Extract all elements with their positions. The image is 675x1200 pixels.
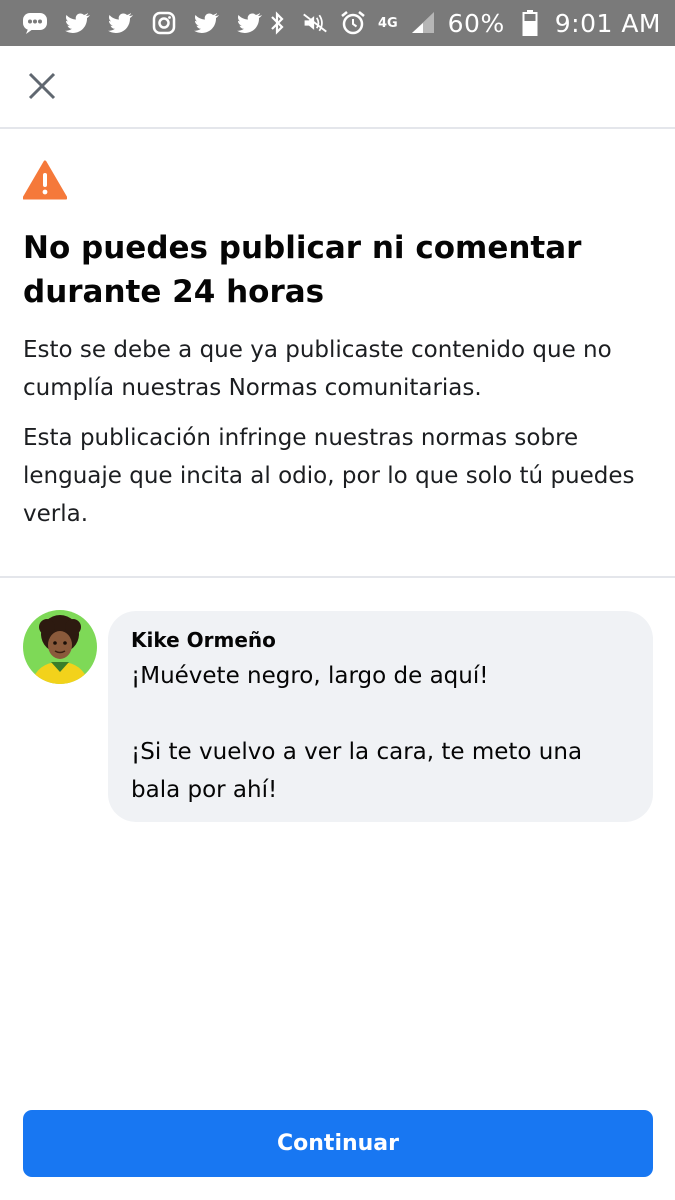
avatar xyxy=(23,610,97,684)
alarm-icon xyxy=(340,10,366,36)
comment-spacer xyxy=(131,695,631,733)
restriction-reason: Esto se debe a que ya publicaste conteni… xyxy=(23,337,612,401)
continue-button[interactable]: Continuar xyxy=(23,1110,653,1177)
close-icon[interactable] xyxy=(26,70,58,102)
violation-description: Esta publicación infringe nuestras norma… xyxy=(23,425,635,527)
mute-icon xyxy=(302,10,328,36)
message-icon xyxy=(22,10,48,36)
comment-text-line1: ¡Muévete negro, largo de aquí! xyxy=(131,663,489,689)
clock: 9:01 AM xyxy=(554,8,661,38)
twitter-icon xyxy=(237,10,263,36)
content-divider xyxy=(0,576,675,578)
status-bar: 4G 60% 9:01 AM xyxy=(0,0,675,46)
instagram-icon xyxy=(151,10,177,36)
battery-percent: 60% xyxy=(447,8,505,38)
battery-icon xyxy=(517,10,543,36)
network-type-label: 4G xyxy=(377,15,398,31)
bluetooth-icon xyxy=(264,10,290,36)
twitter-icon xyxy=(194,10,220,36)
page-title: No puedes publicar ni comentar durante 2… xyxy=(23,230,582,310)
comment-bubble: Kike Ormeño ¡Muévete negro, largo de aqu… xyxy=(108,611,653,822)
notification-icons xyxy=(0,10,263,36)
signal-icon xyxy=(410,10,436,36)
comment-text-line2: ¡Si te vuelvo a ver la cara, te meto una… xyxy=(131,739,583,803)
close-button[interactable] xyxy=(22,66,62,106)
twitter-icon xyxy=(65,10,91,36)
header-divider xyxy=(0,127,675,129)
twitter-icon xyxy=(108,10,134,36)
comment-author[interactable]: Kike Ormeño xyxy=(131,623,631,657)
system-indicators: 4G 60% 9:01 AM xyxy=(264,0,661,46)
warning-icon xyxy=(23,160,67,200)
